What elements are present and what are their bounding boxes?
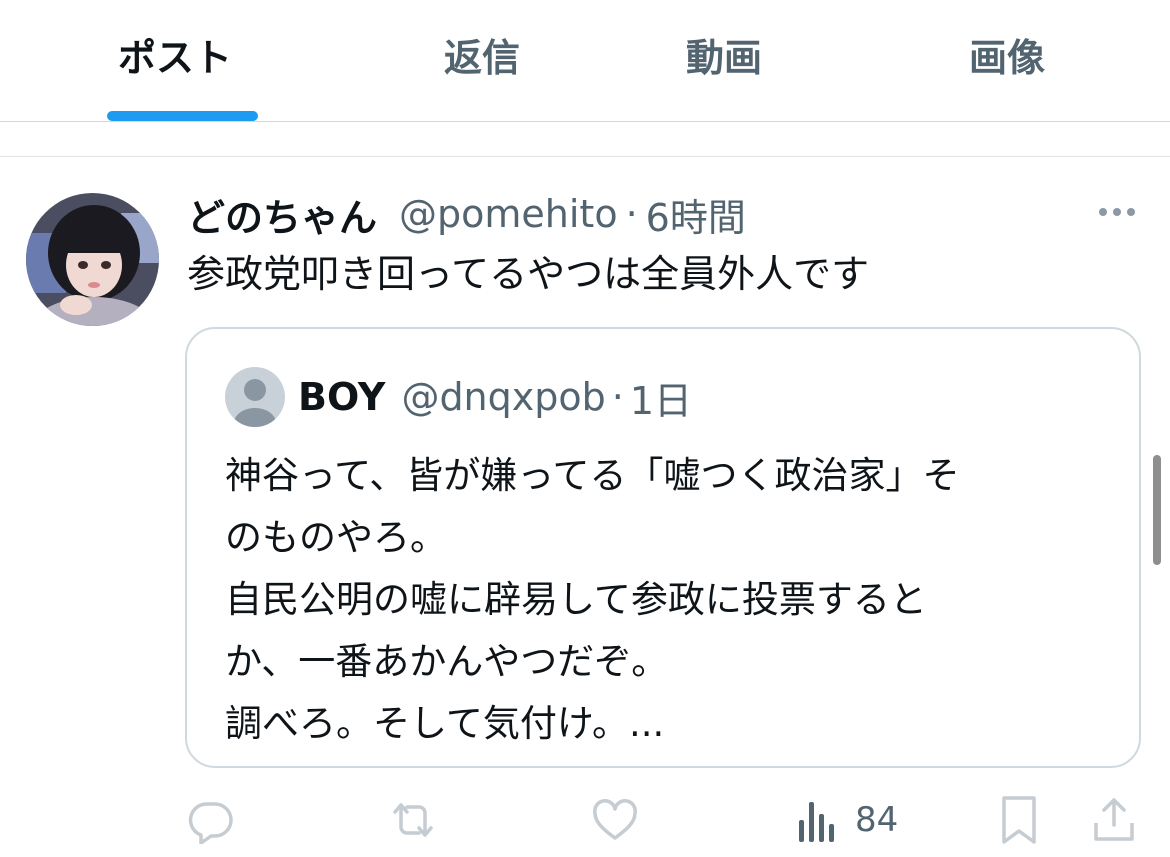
quoted-post-card[interactable]: BOY @dnqxpob · 1日 神谷って、皆が嫌ってる「嘘つく政治家」そ の… (185, 327, 1141, 768)
quoted-author-avatar[interactable] (225, 367, 285, 427)
active-tab-indicator (107, 111, 258, 121)
post-timestamp[interactable]: 6時間 (646, 187, 746, 242)
author-handle[interactable]: @pomehito (399, 192, 618, 236)
heart-icon (593, 799, 637, 840)
quoted-text-line: 神谷って、皆が嫌ってる「嘘つく政治家」そ (225, 454, 960, 497)
views-chart-icon (799, 802, 834, 842)
reply-icon (188, 802, 233, 844)
quoted-post-header: BOY @dnqxpob · 1日 (298, 369, 692, 425)
tab-videos[interactable]: 動画 (686, 30, 762, 86)
vertical-scrollbar[interactable] (1153, 455, 1161, 565)
post-action-bar: 84 (0, 790, 1170, 850)
profile-timeline: ポスト 返信 動画 画像 どのちゃん @pomehito · 6時間 参政党叩き… (0, 0, 1170, 857)
tab-replies[interactable]: 返信 (444, 30, 520, 86)
like-button[interactable] (591, 790, 639, 850)
quoted-text-line: のものやろ。 (225, 516, 447, 559)
quoted-post-timestamp[interactable]: 1日 (630, 370, 692, 425)
share-button[interactable] (1091, 790, 1137, 850)
post-header: どのちゃん @pomehito · 6時間 (187, 186, 746, 242)
post-text: 参政党叩き回ってるやつは全員外人です (187, 252, 870, 296)
quoted-text-line: 自民公明の嘘に辟易して参政に投票すると (225, 578, 927, 621)
share-icon (1094, 798, 1134, 841)
reply-button[interactable] (187, 790, 235, 850)
quoted-post-text: 神谷って、皆が嫌ってる「嘘つく政治家」そ のものやろ。 自民公明の嘘に辟易して参… (225, 445, 1105, 755)
repost-button[interactable] (387, 790, 439, 850)
header-separator: · (625, 192, 638, 236)
quoted-author-handle[interactable]: @dnqxpob (401, 375, 605, 419)
views-button[interactable]: 84 (797, 790, 898, 850)
bookmark-icon (1002, 796, 1036, 844)
section-gap (0, 122, 1170, 156)
quoted-author-display-name[interactable]: BOY (298, 375, 385, 419)
quoted-text-line: 調べろ。そして気付け。... (225, 702, 665, 745)
quoted-header-separator: · (611, 375, 624, 419)
tab-posts[interactable]: ポスト (118, 30, 232, 86)
quoted-text-line: か、一番あかんやつだぞ。 (225, 640, 669, 683)
views-count: 84 (855, 800, 899, 840)
author-avatar[interactable] (26, 193, 159, 326)
tab-bar: ポスト 返信 動画 画像 (0, 0, 1170, 122)
more-options-icon[interactable] (1093, 196, 1141, 228)
tab-images[interactable]: 画像 (969, 30, 1045, 86)
repost-icon (393, 803, 433, 837)
author-display-name[interactable]: どのちゃん (187, 187, 377, 242)
bookmark-button[interactable] (999, 790, 1039, 850)
post-top-divider (0, 156, 1170, 157)
